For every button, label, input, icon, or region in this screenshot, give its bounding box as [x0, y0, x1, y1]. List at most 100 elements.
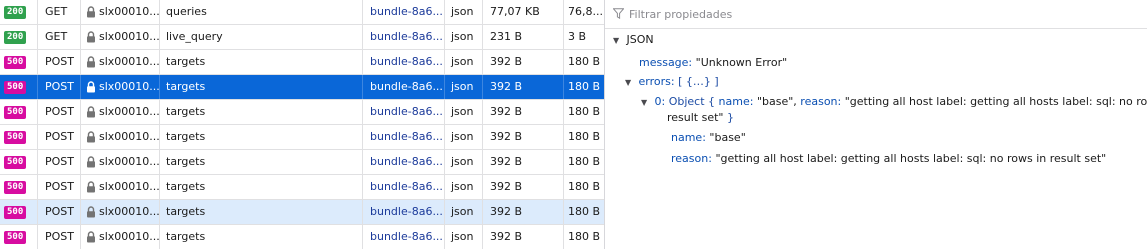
status-code-cell: 200	[0, 0, 38, 24]
network-requests-list: 200 GET slx00010... queries bundle-8a6... jso…	[0, 0, 604, 249]
request-size-cell: 180 B	[568, 80, 601, 93]
json-row-reason[interactable]: reason: "getting all host label: getting…	[671, 151, 1106, 167]
request-row[interactable]: 500 POST slx00010... targets bundle-8a6... js…	[0, 150, 604, 175]
request-domain-cell: slx00010...	[81, 0, 160, 24]
request-size-cell: 180 B	[568, 130, 601, 143]
request-domain-cell: slx00010...	[81, 225, 160, 249]
status-code-cell: 500	[0, 225, 38, 249]
request-domain-text: slx00010...	[99, 80, 160, 93]
request-initiator-cell: bundle-8a6...	[363, 175, 445, 199]
request-type-cell: json	[445, 125, 483, 149]
status-code-cell: 500	[0, 175, 38, 199]
status-badge: 500	[4, 155, 27, 169]
request-domain-text: slx00010...	[99, 55, 160, 68]
request-size-cell: 180 B	[568, 180, 601, 193]
request-domain-cell: slx00010...	[81, 125, 160, 149]
request-size-cell: 3 B	[568, 30, 587, 43]
request-method-cell: GET	[38, 25, 81, 49]
status-badge: 500	[4, 130, 27, 144]
request-file-cell: targets	[160, 50, 363, 74]
request-type-cell: json	[445, 75, 483, 99]
status-badge: 500	[4, 230, 27, 244]
json-row-message[interactable]: message: "Unknown Error"	[639, 55, 787, 71]
json-header-label: JSON	[626, 33, 654, 46]
json-preview-value: result set"	[667, 111, 724, 124]
request-size-cell: 180 B	[568, 55, 601, 68]
request-file-cell: queries	[160, 0, 363, 24]
request-file-cell: targets	[160, 175, 363, 199]
request-row[interactable]: 500 POST slx00010... targets bundle-8a6... js…	[0, 125, 604, 150]
json-section-header[interactable]: ▼ JSON	[613, 32, 654, 48]
request-transferred-cell: 392 B	[483, 200, 564, 224]
request-initiator-cell: bundle-8a6...	[363, 125, 445, 149]
json-value: "getting all host label: getting all hos…	[715, 152, 1107, 165]
status-badge: 200	[4, 30, 27, 44]
lock-icon	[86, 181, 96, 193]
expand-arrow-icon[interactable]: ▼	[625, 75, 635, 91]
json-object-brace: }	[727, 111, 734, 124]
request-file-cell: targets	[160, 100, 363, 124]
request-row[interactable]: 200 GET slx00010... queries bundle-8a6... jso…	[0, 0, 604, 25]
status-code-cell: 500	[0, 150, 38, 174]
status-badge: 500	[4, 105, 27, 119]
status-code-cell: 500	[0, 125, 38, 149]
request-type-cell: json	[445, 0, 483, 24]
request-file-cell: targets	[160, 225, 363, 249]
json-row-name[interactable]: name: "base"	[671, 130, 746, 146]
request-size-cell: 76,8...	[568, 5, 603, 18]
collapse-arrow-icon[interactable]: ▼	[613, 33, 623, 49]
request-domain-cell: slx00010...	[81, 75, 160, 99]
request-initiator-cell: bundle-8a6...	[363, 0, 445, 24]
request-method-cell: GET	[38, 0, 81, 24]
request-domain-cell: slx00010...	[81, 200, 160, 224]
status-badge: 500	[4, 205, 27, 219]
request-row[interactable]: 200 GET slx00010... live_query bundle-8a6...…	[0, 25, 604, 50]
request-row[interactable]: 500 POST slx00010... targets bundle-8a6... js…	[0, 225, 604, 249]
request-transferred-cell: 392 B	[483, 125, 564, 149]
request-row[interactable]: 500 POST slx00010... targets bundle-8a6... js…	[0, 50, 604, 75]
request-initiator-cell: bundle-8a6...	[363, 75, 445, 99]
filter-properties-input[interactable]	[627, 5, 1131, 24]
request-row[interactable]: 500 POST slx00010... targets bundle-8a6... js…	[0, 175, 604, 200]
request-domain-text: slx00010...	[99, 130, 160, 143]
expand-arrow-icon[interactable]: ▼	[641, 95, 651, 111]
status-code-cell: 500	[0, 100, 38, 124]
request-row[interactable]: 500 POST slx00010... targets bundle-8a6... js…	[0, 200, 604, 225]
request-initiator-cell: bundle-8a6...	[363, 150, 445, 174]
request-transferred-cell: 392 B	[483, 100, 564, 124]
request-size-cell: 180 B	[568, 230, 601, 243]
json-key: name:	[671, 131, 706, 144]
lock-icon	[86, 231, 96, 243]
request-method-cell: POST	[38, 150, 81, 174]
request-domain-text: slx00010...	[99, 105, 160, 118]
request-transferred-cell: 392 B	[483, 75, 564, 99]
request-type-cell: json	[445, 175, 483, 199]
lock-icon	[86, 6, 96, 18]
request-method-cell: POST	[38, 50, 81, 74]
request-method-cell: POST	[38, 75, 81, 99]
request-domain-text: slx00010...	[99, 155, 160, 168]
request-size-cell: 180 B	[568, 105, 601, 118]
request-domain-cell: slx00010...	[81, 25, 160, 49]
status-code-cell: 500	[0, 200, 38, 224]
request-domain-text: slx00010...	[99, 30, 160, 43]
request-transferred-cell: 77,07 KB	[483, 0, 564, 24]
request-row[interactable]: 500 POST slx00010... targets bundle-8a6... js…	[0, 75, 604, 100]
request-transferred-cell: 392 B	[483, 225, 564, 249]
json-array-preview: [ {…} ]	[678, 75, 719, 88]
json-row-error-0[interactable]: ▼ 0: Object { name: "base", reason: "get…	[641, 94, 1147, 110]
request-method-cell: POST	[38, 100, 81, 124]
json-row-errors[interactable]: ▼ errors: [ {…} ]	[625, 74, 719, 90]
request-initiator-cell: bundle-8a6...	[363, 25, 445, 49]
request-type-cell: json	[445, 25, 483, 49]
request-initiator-cell: bundle-8a6...	[363, 225, 445, 249]
request-file-cell: targets	[160, 200, 363, 224]
json-object-type: Object	[668, 95, 705, 108]
request-row[interactable]: 500 POST slx00010... targets bundle-8a6... js…	[0, 100, 604, 125]
request-initiator-cell: bundle-8a6...	[363, 200, 445, 224]
request-domain-cell: slx00010...	[81, 175, 160, 199]
request-method-cell: POST	[38, 225, 81, 249]
status-badge: 500	[4, 180, 27, 194]
filter-icon	[612, 8, 625, 20]
request-type-cell: json	[445, 225, 483, 249]
